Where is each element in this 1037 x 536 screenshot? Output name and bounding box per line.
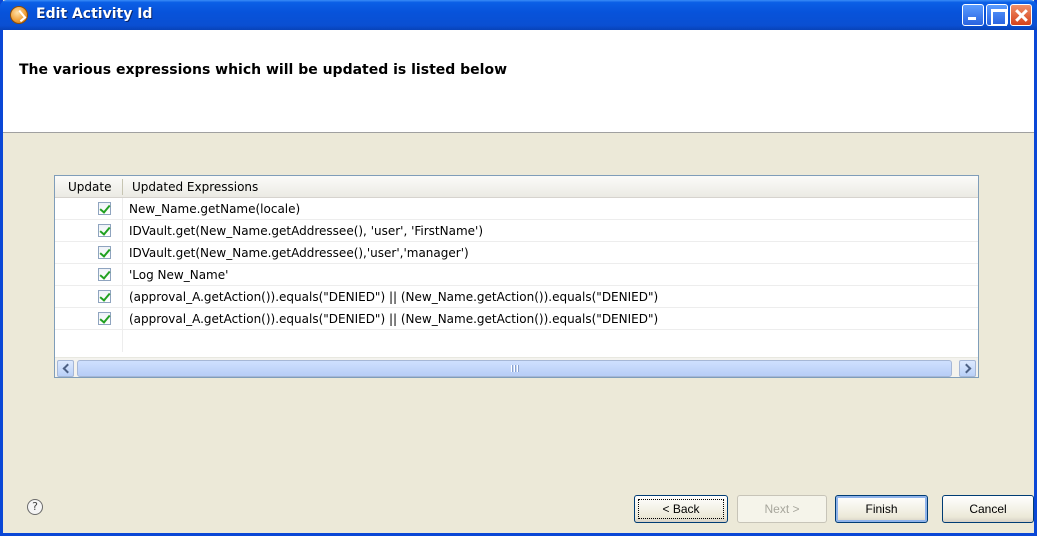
table-row[interactable]: IDVault.get(New_Name.getAddressee(),'use… (55, 242, 978, 264)
update-checkbox[interactable] (98, 224, 111, 237)
focus-ring (638, 499, 724, 519)
cell-divider (122, 220, 123, 242)
back-button[interactable]: < Back (634, 495, 728, 523)
title-bar: Edit Activity Id (0, 0, 1037, 30)
expression-cell: IDVault.get(New_Name.getAddressee(),'use… (129, 246, 469, 260)
update-checkbox[interactable] (98, 268, 111, 281)
edit-activity-dialog: Edit Activity Id The various expressions… (0, 0, 1037, 536)
expressions-table: Update Updated Expressions New_Name.getN… (54, 175, 979, 378)
scrollbar-thumb[interactable] (77, 360, 952, 377)
cell-divider (122, 330, 123, 352)
header-description: The various expressions which will be up… (19, 62, 508, 78)
column-header-expressions[interactable]: Updated Expressions (132, 180, 258, 194)
column-divider[interactable] (122, 179, 123, 195)
update-checkbox[interactable] (98, 246, 111, 259)
expression-cell: (approval_A.getAction()).equals("DENIED"… (129, 312, 659, 326)
maximize-button[interactable] (986, 4, 1008, 26)
cell-divider (122, 242, 123, 264)
expression-cell: (approval_A.getAction()).equals("DENIED"… (129, 290, 659, 304)
scroll-left-arrow-icon[interactable] (57, 360, 74, 377)
update-checkbox[interactable] (98, 312, 111, 325)
close-button[interactable] (1010, 4, 1032, 26)
dialog-header: The various expressions which will be up… (3, 30, 1034, 133)
scrollbar-grip-icon (511, 365, 520, 372)
cell-divider (122, 308, 123, 330)
finish-button[interactable]: Finish (835, 495, 928, 523)
expression-cell: New_Name.getName(locale) (129, 202, 301, 216)
expression-cell: IDVault.get(New_Name.getAddressee(), 'us… (129, 224, 484, 238)
update-checkbox[interactable] (98, 202, 111, 215)
table-header: Update Updated Expressions (55, 176, 978, 198)
table-row[interactable]: (approval_A.getAction()).equals("DENIED"… (55, 286, 978, 308)
table-row[interactable]: (approval_A.getAction()).equals("DENIED"… (55, 308, 978, 330)
expression-cell: 'Log New_Name' (129, 268, 229, 282)
next-button-label: Next > (764, 502, 800, 516)
table-row[interactable]: 'Log New_Name' (55, 264, 978, 286)
table-row-empty (55, 330, 978, 352)
cancel-button[interactable]: Cancel (942, 495, 1034, 523)
update-checkbox[interactable] (98, 290, 111, 303)
table-body: New_Name.getName(locale) IDVault.get(New… (55, 198, 978, 352)
horizontal-scrollbar[interactable] (55, 357, 978, 377)
app-icon (10, 6, 28, 24)
window-title: Edit Activity Id (36, 6, 153, 22)
minimize-button[interactable] (962, 4, 984, 26)
scroll-right-arrow-icon[interactable] (959, 360, 976, 377)
help-icon[interactable]: ? (27, 499, 43, 515)
cell-divider (122, 198, 123, 220)
cell-divider (122, 264, 123, 286)
cancel-button-label: Cancel (969, 502, 1007, 516)
next-button[interactable]: Next > (737, 495, 827, 523)
column-header-update[interactable]: Update (68, 180, 111, 194)
cell-divider (122, 286, 123, 308)
table-row[interactable]: New_Name.getName(locale) (55, 198, 978, 220)
table-row[interactable]: IDVault.get(New_Name.getAddressee(), 'us… (55, 220, 978, 242)
finish-button-label: Finish (865, 502, 898, 516)
